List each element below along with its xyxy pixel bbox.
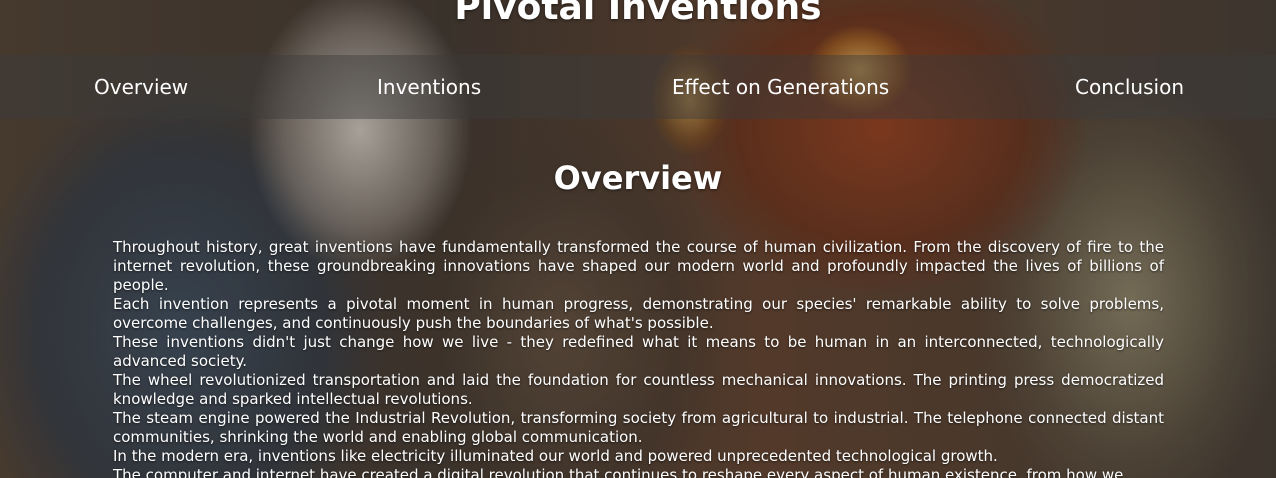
nav-link-effect-on-generations[interactable]: Effect on Generations bbox=[672, 75, 889, 99]
page-content: Pivotal Inventions Overview Inventions E… bbox=[0, 0, 1276, 478]
paragraph: Throughout history, great inventions hav… bbox=[113, 238, 1164, 294]
paragraph: The computer and internet have created a… bbox=[113, 466, 1124, 478]
section-heading: Overview bbox=[553, 159, 723, 197]
paragraph: These inventions didn't just change how … bbox=[113, 333, 1164, 370]
nav-link-conclusion[interactable]: Conclusion bbox=[1075, 75, 1184, 99]
page: Pivotal Inventions Overview Inventions E… bbox=[0, 0, 1276, 478]
nav-link-inventions[interactable]: Inventions bbox=[377, 75, 481, 99]
paragraph: The steam engine powered the Industrial … bbox=[113, 409, 1164, 446]
site-title: Pivotal Inventions bbox=[454, 0, 822, 28]
paragraph: In the modern era, inventions like elect… bbox=[113, 447, 998, 465]
nav-link-overview[interactable]: Overview bbox=[94, 75, 188, 99]
paragraph: Each invention represents a pivotal mome… bbox=[113, 295, 1164, 332]
main-nav: Overview Inventions Effect on Generation… bbox=[0, 55, 1276, 119]
paragraph: The wheel revolutionized transportation … bbox=[113, 371, 1164, 408]
overview-text: Throughout history, great inventions hav… bbox=[113, 238, 1164, 478]
